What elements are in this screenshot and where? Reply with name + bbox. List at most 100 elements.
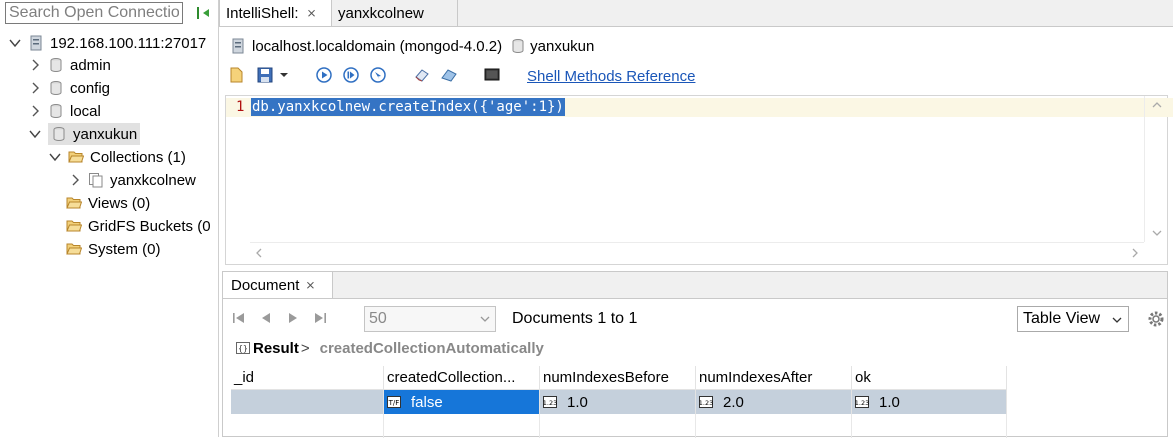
column-header[interactable]: numIndexesBefore (540, 366, 696, 390)
svg-text:1.23: 1.23 (699, 399, 713, 407)
chevron-right-icon[interactable] (68, 173, 82, 187)
chevron-right-icon[interactable] (1130, 247, 1140, 259)
run-statement-icon[interactable] (342, 66, 360, 84)
chevron-up-icon[interactable] (1151, 100, 1163, 110)
boolean-type-icon: T/F (387, 396, 401, 408)
doc-tab-bar: Document ⨯ (223, 272, 1167, 299)
empty-cell (231, 414, 384, 438)
chevron-right-icon[interactable] (28, 104, 42, 118)
gear-icon[interactable] (1146, 309, 1166, 329)
table-cell[interactable]: 1.23 1.0 (540, 390, 696, 414)
cell-value: 1.0 (879, 393, 900, 411)
chevron-down-icon[interactable] (8, 36, 22, 50)
chevron-down-icon[interactable] (1111, 314, 1123, 326)
tab-intellishell[interactable]: IntelliShell: ⨯ (219, 0, 332, 26)
tree-collections-folder[interactable]: Collections (1) (48, 146, 186, 168)
chevron-left-icon[interactable] (254, 247, 264, 259)
table-cell[interactable]: 1.23 2.0 (696, 390, 852, 414)
run-icon[interactable] (315, 66, 333, 84)
tree-db-yanxukun[interactable]: yanxukun (28, 123, 141, 145)
chevron-down-icon[interactable] (278, 66, 290, 84)
svg-text:1.23: 1.23 (543, 399, 557, 407)
column-header[interactable]: createdCollection... (384, 366, 540, 390)
empty-cell (696, 414, 852, 438)
table-cell-selected[interactable]: T/F false (384, 390, 540, 414)
line-gutter (226, 96, 250, 264)
tree-collection-item[interactable]: yanxkcolnew (68, 169, 196, 191)
svg-text:{}: {} (238, 344, 248, 353)
result-field-path[interactable]: createdCollectionAutomatically (320, 340, 544, 357)
column-header[interactable]: ok (852, 366, 1007, 390)
shell-methods-reference-link[interactable]: Shell Methods Reference (527, 68, 695, 85)
tree-db-admin[interactable]: admin (28, 54, 111, 76)
folder-open-icon (66, 220, 82, 232)
system-label: System (0) (88, 240, 161, 258)
console-icon[interactable] (483, 66, 501, 84)
tree-db-config[interactable]: config (28, 77, 110, 99)
result-breadcrumb: {} Result > createdCollectionAutomatical… (236, 338, 544, 358)
tree-system-folder[interactable]: System (0) (66, 238, 161, 260)
next-page-icon[interactable] (285, 310, 301, 326)
run-cursor-icon[interactable] (369, 66, 387, 84)
vertical-scrollbar[interactable] (1144, 96, 1168, 242)
chevron-down-icon[interactable] (28, 127, 42, 141)
first-page-icon[interactable] (231, 310, 247, 326)
open-file-icon[interactable] (228, 66, 246, 84)
collapse-sidebar-icon[interactable] (195, 4, 213, 22)
folder-open-icon (66, 243, 82, 255)
database-icon (50, 81, 62, 95)
tab-collection[interactable]: yanxkcolnew (332, 0, 458, 26)
server-label: 192.168.100.111:27017 (50, 34, 207, 52)
connection-host[interactable]: localhost.localdomain (mongod-4.0.2) (252, 38, 502, 55)
chevron-down-icon[interactable] (1151, 228, 1163, 238)
table-cell[interactable] (231, 390, 384, 414)
database-icon (512, 39, 524, 53)
save-icon[interactable] (256, 66, 274, 84)
result-separator: > (300, 339, 310, 357)
shell-editor[interactable]: 1 db.yanxkcolnew.createIndex({'age':1}) (225, 95, 1173, 265)
code-line[interactable]: db.yanxkcolnew.createIndex({'age':1}) (251, 98, 565, 116)
view-mode-select[interactable]: Table View (1017, 306, 1129, 332)
line-number: 1 (236, 99, 245, 115)
chevron-down-icon[interactable] (48, 150, 62, 164)
database-icon (50, 58, 62, 72)
db-label: config (70, 79, 111, 97)
last-page-icon[interactable] (312, 310, 328, 326)
svg-text:T/F: T/F (388, 399, 400, 407)
connection-db[interactable]: yanxukun (530, 38, 594, 55)
empty-cell (852, 414, 1007, 438)
cell-value: false (411, 393, 443, 411)
column-header[interactable]: numIndexesAfter (696, 366, 852, 390)
collections-label: Collections (1) (90, 148, 186, 166)
horizontal-scrollbar[interactable] (250, 242, 1144, 263)
eraser-icon[interactable] (413, 66, 431, 84)
chevron-right-icon[interactable] (28, 58, 42, 72)
column-header[interactable]: _id (231, 366, 384, 390)
close-icon[interactable]: ⨯ (305, 278, 315, 292)
page-size-select[interactable]: 50 (364, 306, 496, 332)
database-icon (50, 104, 62, 118)
document-results-panel: Document ⨯ 50 Documents 1 to 1 Table Vie… (222, 271, 1168, 438)
pagination-bar: 50 Documents 1 to 1 Table View (231, 306, 1164, 332)
table-cell[interactable]: 1.23 1.0 (852, 390, 1007, 414)
tree-server-node[interactable]: 192.168.100.111:27017 (8, 32, 206, 54)
editor-tab-bar: IntelliShell: ⨯ yanxkcolnew (219, 0, 1173, 27)
clear-icon[interactable] (440, 66, 458, 84)
chevron-down-icon[interactable] (479, 313, 491, 325)
server-icon (30, 35, 42, 51)
close-icon[interactable]: ⨯ (307, 6, 317, 20)
prev-page-icon[interactable] (258, 310, 274, 326)
tree-gridfs-folder[interactable]: GridFS Buckets (0 (66, 215, 211, 237)
svg-text:1.23: 1.23 (855, 399, 869, 407)
chevron-right-icon[interactable] (28, 81, 42, 95)
folder-open-icon (66, 197, 82, 209)
tab-document[interactable]: Document ⨯ (223, 272, 333, 298)
collection-icon (89, 173, 103, 188)
tree-views-folder[interactable]: Views (0) (66, 192, 150, 214)
connection-breadcrumb: localhost.localdomain (mongod-4.0.2) yan… (230, 35, 594, 57)
search-connections-input[interactable] (5, 2, 183, 24)
result-label[interactable]: Result (253, 340, 299, 357)
tab-label: IntelliShell: (226, 4, 299, 22)
tree-db-local[interactable]: local (28, 100, 101, 122)
db-label: admin (70, 56, 111, 74)
